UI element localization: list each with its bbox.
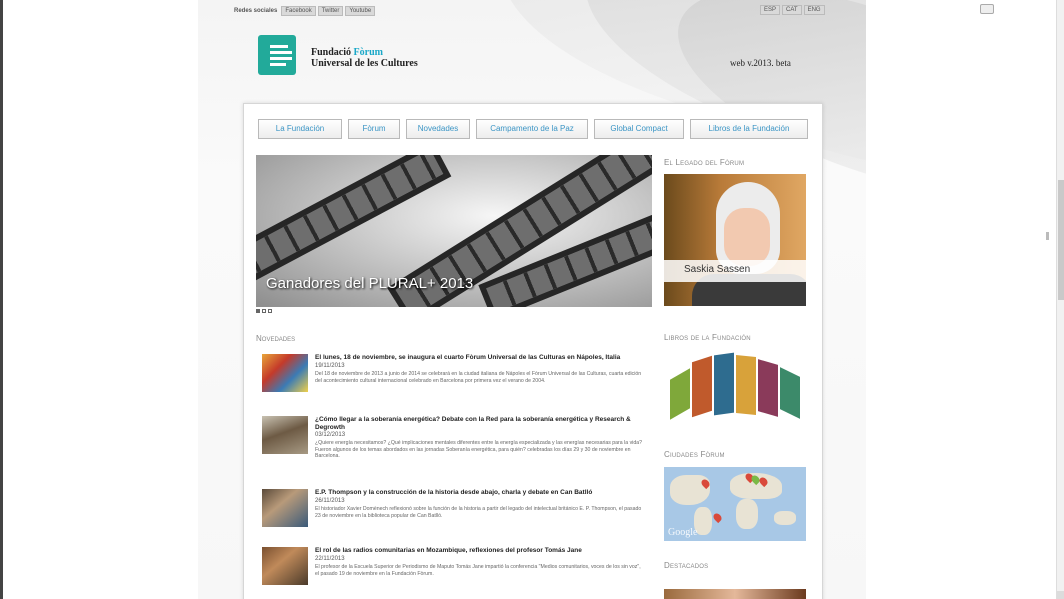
logo-word-forum: Fòrum	[353, 47, 383, 58]
scroll-marker	[1046, 232, 1049, 240]
news-date: 19/11/2013	[315, 363, 345, 369]
lang-cat[interactable]: CAT	[782, 5, 802, 15]
news-excerpt: El profesor de la Escuela Superior de Pe…	[315, 564, 641, 577]
news-thumbnail[interactable]	[262, 354, 308, 392]
lang-esp[interactable]: ESP	[760, 5, 781, 15]
legado-portrait[interactable]: Saskia Sassen	[664, 174, 806, 306]
books-image[interactable]	[664, 349, 806, 420]
map-provider-logo: Google	[668, 527, 698, 538]
news-thumbnail[interactable]	[262, 489, 308, 527]
nav-global-compact[interactable]: Global Compact	[594, 119, 684, 139]
window-control-icon[interactable]	[980, 4, 994, 14]
news-excerpt: Del 18 de noviembre de 2013 a junio de 2…	[315, 371, 642, 384]
news-date: 03/12/2013	[315, 432, 346, 438]
news-title[interactable]: E.P. Thompson y la construcción de la hi…	[315, 489, 645, 497]
nav-forum[interactable]: Fòrum	[348, 119, 400, 139]
web-version: web v.2013. beta	[730, 58, 791, 68]
social-label: Redes sociales	[234, 8, 278, 14]
news-item: E.P. Thompson y la construcción de la hi…	[262, 489, 646, 535]
scroll-down-arrow-icon[interactable]	[1057, 591, 1064, 599]
news-title[interactable]: ¿Cómo llegar a la soberanía energética? …	[315, 416, 645, 431]
vertical-scrollbar[interactable]	[1056, 0, 1064, 599]
news-item: ¿Cómo llegar a la soberanía energética? …	[262, 416, 646, 476]
ciudades-heading: Ciudades Fòrum	[664, 450, 725, 459]
youtube-link[interactable]: Youtube	[345, 6, 376, 16]
news-thumbnail[interactable]	[262, 416, 308, 454]
slider-dot[interactable]	[256, 309, 260, 313]
news-title[interactable]: El lunes, 18 de noviembre, se inaugura e…	[315, 354, 645, 362]
news-title[interactable]: El rol de las radios comunitarias en Moz…	[315, 547, 645, 555]
novedades-heading: Novedades	[256, 334, 296, 343]
destacados-image[interactable]	[664, 589, 806, 599]
site-container: Redes sociales Facebook Twitter Youtube …	[198, 0, 866, 599]
logo-word-fundacio: Fundació	[311, 47, 352, 58]
featured-slider[interactable]: Ganadores del PLURAL+ 2013	[256, 155, 652, 307]
language-switcher: ESP CAT ENG	[760, 5, 825, 15]
news-item: El lunes, 18 de noviembre, se inaugura e…	[262, 354, 646, 406]
legado-heading: El Legado del Fòrum	[664, 158, 745, 167]
twitter-link[interactable]: Twitter	[317, 6, 344, 16]
news-item: El rol de las radios comunitarias en Moz…	[262, 547, 646, 593]
logo-subtitle: Universal de les Cultures	[311, 58, 418, 69]
news-excerpt: ¿Quiere energía necesitamos? ¿Qué implic…	[315, 440, 642, 459]
news-date: 26/11/2013	[315, 498, 345, 504]
slider-dot[interactable]	[262, 309, 266, 313]
map-pin-icon[interactable]	[711, 511, 724, 524]
slider-dot[interactable]	[268, 309, 272, 313]
facebook-link[interactable]: Facebook	[281, 6, 316, 16]
ciudades-map[interactable]: Google	[664, 467, 806, 541]
libros-heading: Libros de la Fundación	[664, 333, 751, 342]
logo-title[interactable]: Fundació Fòrum Universal de les Cultures	[311, 47, 418, 69]
nav-novedades[interactable]: Novedades	[406, 119, 470, 139]
news-excerpt: El historiador Xavier Domènech reflexion…	[315, 506, 642, 519]
main-panel: La Fundación Fòrum Novedades Campamento …	[243, 103, 823, 599]
scrollbar-thumb[interactable]	[1058, 180, 1064, 300]
social-bar: Redes sociales Facebook Twitter Youtube	[234, 5, 376, 17]
legado-person-name: Saskia Sassen	[684, 264, 751, 275]
nav-campamento[interactable]: Campamento de la Paz	[476, 119, 588, 139]
slider-pager	[256, 309, 272, 313]
lang-eng[interactable]: ENG	[803, 5, 825, 15]
nav-libros[interactable]: Libros de la Fundación	[690, 119, 808, 139]
logo-hand-icon[interactable]	[258, 35, 296, 75]
destacados-heading: Destacados	[664, 561, 709, 570]
news-date: 22/11/2013	[315, 556, 345, 562]
window-left-edge	[0, 0, 3, 599]
news-thumbnail[interactable]	[262, 547, 308, 585]
slide-caption[interactable]: Ganadores del PLURAL+ 2013	[266, 275, 473, 292]
main-nav: La Fundación Fòrum Novedades Campamento …	[258, 119, 808, 139]
nav-la-fundacion[interactable]: La Fundación	[258, 119, 342, 139]
